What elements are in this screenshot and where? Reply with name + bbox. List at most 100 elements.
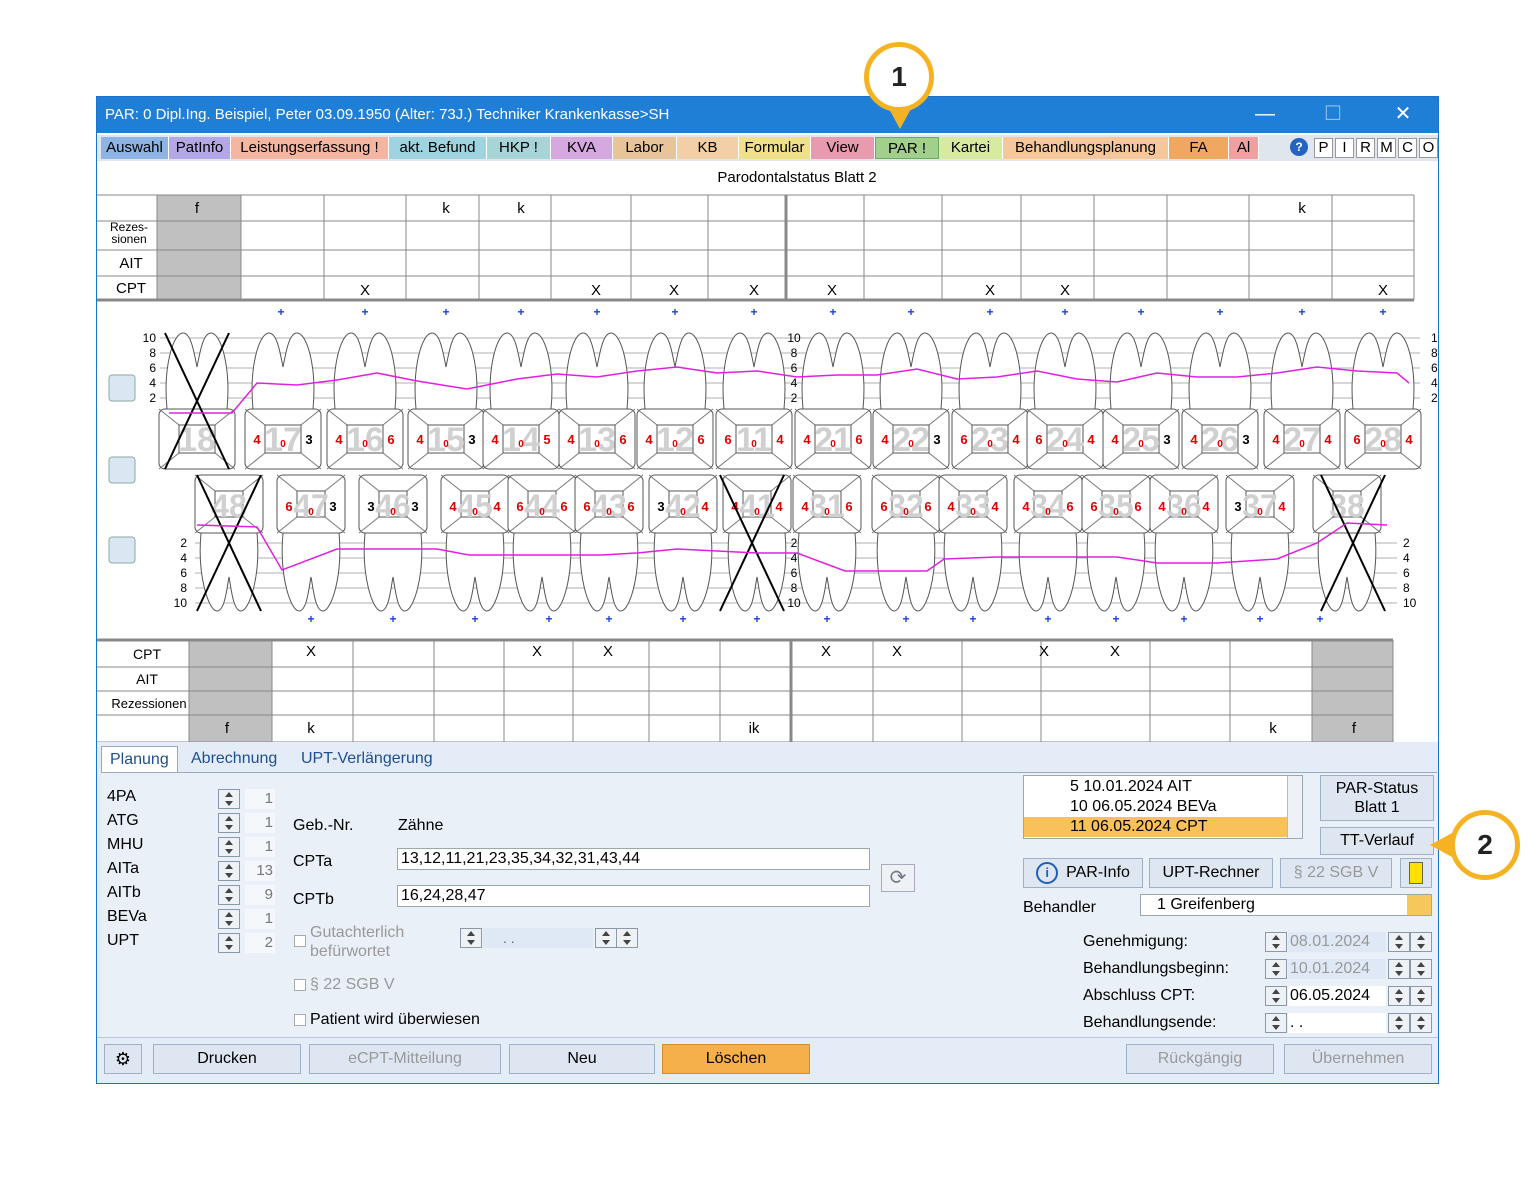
- history-row[interactable]: 10 06.05.2024 BEVa: [1024, 797, 1288, 817]
- date-spin-right1[interactable]: [1388, 932, 1410, 952]
- zaehne-header: Zähne: [398, 817, 444, 834]
- tooth-lower-36[interactable]: 364 0 4: [1149, 474, 1219, 612]
- sgb-button[interactable]: § 22 SGB V: [1280, 858, 1392, 888]
- gutachter-date[interactable]: . .: [483, 928, 593, 948]
- gutachter-date-spin-right1[interactable]: [595, 928, 617, 948]
- date-value[interactable]: 10.01.2024: [1288, 959, 1386, 979]
- date-spin-left[interactable]: [1265, 959, 1287, 979]
- cpta-field[interactable]: 13,12,11,21,23,35,34,32,31,43,44: [397, 848, 870, 870]
- recession-value: 0: [751, 439, 757, 450]
- ueberwiesen-checkbox[interactable]: [294, 1014, 306, 1026]
- drucken-button[interactable]: Drucken: [153, 1044, 301, 1074]
- ecpt-mitteilung-button[interactable]: eCPT-Mitteilung: [309, 1044, 501, 1074]
- behandler-select[interactable]: 1 Greifenberg: [1140, 894, 1432, 916]
- tooth-number: 31: [809, 488, 845, 524]
- count-value-beva[interactable]: 1: [245, 909, 275, 929]
- tooth-lower-46[interactable]: 463 0 3: [358, 474, 428, 612]
- history-list[interactable]: 5 10.01.2024 AIT 10 06.05.2024 BEVa 11 06.…: [1023, 775, 1303, 839]
- count-value-aita[interactable]: 13: [245, 861, 275, 881]
- tooth-lower-38[interactable]: 38: [1312, 474, 1382, 612]
- date-spin-right2[interactable]: [1410, 959, 1432, 979]
- par-window: PAR: 0 Dipl.Ing. Beispiel, Peter 03.09.1…: [96, 96, 1439, 1084]
- cpt-x-mark: X: [1110, 643, 1120, 660]
- loeschen-button[interactable]: Löschen: [662, 1044, 810, 1074]
- tooth-lower-37[interactable]: 373 0 4: [1225, 474, 1295, 612]
- scale-lower-left: 6: [180, 566, 187, 580]
- count-spinner-aitb[interactable]: [218, 885, 240, 905]
- history-row[interactable]: 11 06.05.2024 CPT: [1024, 817, 1288, 837]
- count-value-aitb[interactable]: 9: [245, 885, 275, 905]
- plus-marker: +: [1298, 305, 1305, 319]
- tt-verlauf-button[interactable]: TT-Verlauf: [1320, 827, 1434, 855]
- date-spin-right1[interactable]: [1388, 986, 1410, 1006]
- tooth-lower-45[interactable]: 454 0 4: [440, 474, 510, 612]
- tooth-lower-43[interactable]: 436 0 6: [574, 474, 644, 612]
- count-value-upt[interactable]: 2: [245, 933, 275, 953]
- history-scrollbar[interactable]: [1287, 776, 1302, 838]
- sgb-checkbox[interactable]: [294, 979, 306, 991]
- count-value-atg[interactable]: 1: [245, 813, 275, 833]
- tooth-lower-44[interactable]: 446 0 6: [507, 474, 577, 612]
- tooth-lower-41[interactable]: 41404: [722, 474, 792, 612]
- gutachter-date-spin-right2[interactable]: [616, 928, 638, 948]
- probing-value: 3: [1234, 499, 1241, 514]
- gutachter-date-spin-left[interactable]: [460, 928, 482, 948]
- date-value[interactable]: 06.05.2024: [1288, 986, 1386, 1006]
- scale-lower-right: 8: [1403, 581, 1410, 595]
- tooth-lower-32[interactable]: 326 0 6: [871, 474, 941, 612]
- tooth-lower-35[interactable]: 356 0 6: [1081, 474, 1151, 612]
- edit-pen-icon[interactable]: [108, 536, 136, 564]
- date-spin-left[interactable]: [1265, 1013, 1287, 1033]
- tooth-lower-34[interactable]: 344 0 6: [1013, 474, 1083, 612]
- chart-settings-icon[interactable]: [108, 456, 136, 484]
- uebernehmen-button[interactable]: Übernehmen: [1284, 1044, 1432, 1074]
- date-spin-right2[interactable]: [1410, 1013, 1432, 1033]
- crown-mark-k: k: [1298, 200, 1306, 217]
- tooth-lower-47[interactable]: 476 0 3: [276, 474, 346, 612]
- count-label-aitb: AITb: [107, 884, 141, 901]
- count-spinner-aita[interactable]: [218, 861, 240, 881]
- probing-value: 6: [960, 432, 967, 447]
- rueckgaengig-button[interactable]: Rückgängig: [1126, 1044, 1274, 1074]
- recession-value: 0: [908, 439, 914, 450]
- date-spin-left[interactable]: [1265, 986, 1287, 1006]
- date-value[interactable]: 08.01.2024: [1288, 932, 1386, 952]
- gutachter-checkbox[interactable]: [294, 935, 306, 947]
- edit-pen-icon[interactable]: [108, 374, 136, 402]
- tooth-lower-42[interactable]: 423 0 4: [648, 474, 718, 612]
- date-spin-right2[interactable]: [1410, 932, 1432, 952]
- date-spin-right2[interactable]: [1410, 986, 1432, 1006]
- tab-planung[interactable]: Planung: [101, 746, 178, 773]
- settings-gear-icon[interactable]: ⚙: [104, 1044, 142, 1074]
- tab-upt-verlaengerung[interactable]: UPT-Verlängerung: [293, 746, 441, 772]
- clipboard-button[interactable]: [1400, 858, 1432, 888]
- cptb-field[interactable]: 16,24,28,47: [397, 885, 870, 907]
- plus-marker: +: [969, 612, 976, 626]
- history-row[interactable]: 5 10.01.2024 AIT: [1024, 777, 1288, 797]
- upt-rechner-button[interactable]: UPT-Rechner: [1149, 858, 1273, 888]
- refresh-icon[interactable]: ⟳: [881, 864, 915, 892]
- tooth-lower-33[interactable]: 334 0 4: [938, 474, 1008, 612]
- neu-button[interactable]: Neu: [509, 1044, 655, 1074]
- count-spinner-beva[interactable]: [218, 909, 240, 929]
- par-status-blatt1-button[interactable]: PAR-Status Blatt 1: [1320, 775, 1434, 821]
- count-spinner-atg[interactable]: [218, 813, 240, 833]
- tooth-number: 33: [955, 488, 991, 524]
- count-spinner-4pa[interactable]: [218, 789, 240, 809]
- date-value[interactable]: . .: [1288, 1013, 1386, 1033]
- tab-abrechnung[interactable]: Abrechnung: [183, 746, 285, 772]
- date-spin-right1[interactable]: [1388, 959, 1410, 979]
- tooth-lower-31[interactable]: 314 0 6: [792, 474, 862, 612]
- probing-value: 4: [947, 499, 955, 514]
- probing-value: 6: [1090, 499, 1097, 514]
- date-spin-left[interactable]: [1265, 932, 1287, 952]
- recession-value: 0: [903, 507, 909, 518]
- par-info-button[interactable]: i PAR-Info: [1023, 858, 1143, 888]
- date-spin-right1[interactable]: [1388, 1013, 1410, 1033]
- count-value-4pa[interactable]: 1: [245, 789, 275, 809]
- behandler-dropdown-icon[interactable]: [1407, 895, 1431, 915]
- count-spinner-mhu[interactable]: [218, 837, 240, 857]
- count-spinner-upt[interactable]: [218, 933, 240, 953]
- count-value-mhu[interactable]: 1: [245, 837, 275, 857]
- info-icon: i: [1036, 861, 1059, 884]
